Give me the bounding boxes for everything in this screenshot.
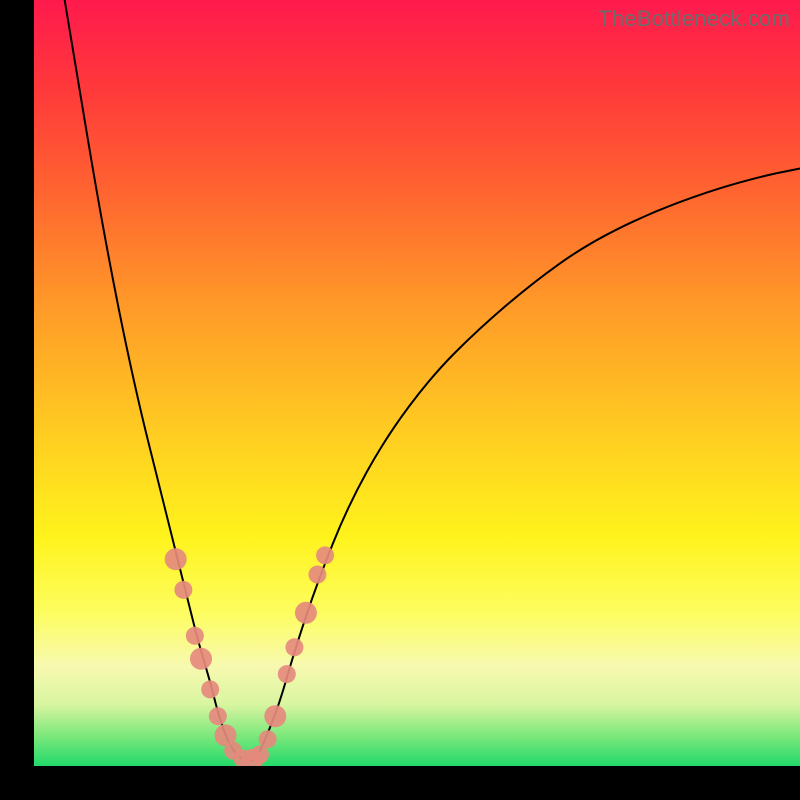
marker-dot [295, 602, 317, 624]
marker-dot [186, 627, 204, 645]
right-branch-path [248, 169, 800, 763]
marker-dot [264, 705, 286, 727]
marker-dot [285, 638, 303, 656]
marker-dot [165, 548, 187, 570]
marker-dots-group [165, 546, 334, 766]
marker-dot [190, 648, 212, 670]
marker-dot [259, 730, 277, 748]
chart-plot-area: TheBottleneck.com [34, 0, 800, 766]
marker-dot [174, 581, 192, 599]
left-branch-path [65, 0, 249, 762]
marker-dot [209, 707, 227, 725]
marker-dot [278, 665, 296, 683]
marker-dot [316, 546, 334, 564]
marker-dot [308, 566, 326, 584]
marker-dot [201, 680, 219, 698]
marker-dot [251, 746, 269, 764]
chart-svg [34, 0, 800, 766]
